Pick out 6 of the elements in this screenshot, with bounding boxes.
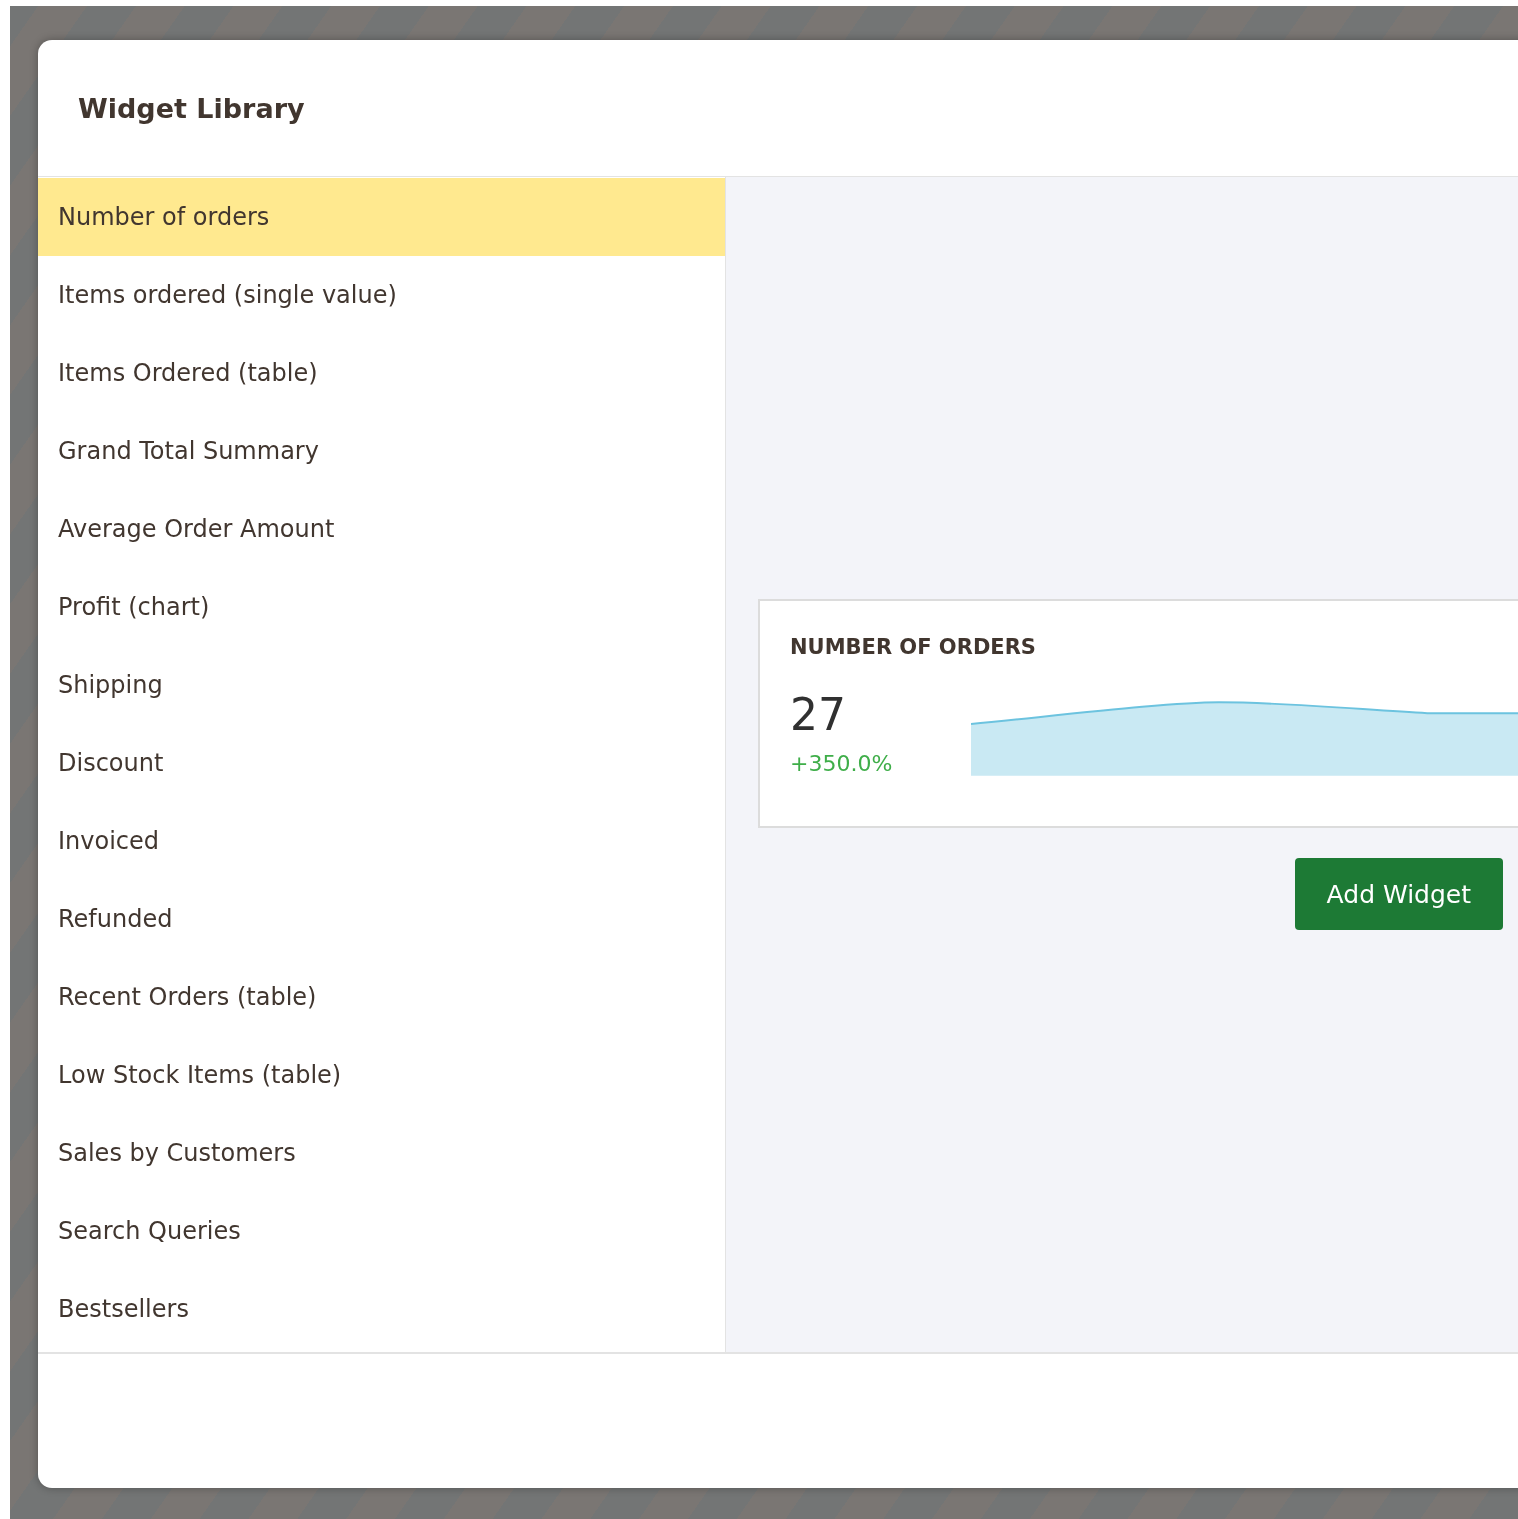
dialog-title: Widget Library: [78, 92, 305, 124]
selected-widget-item[interactable]: Number of orders: [38, 178, 725, 256]
widget-title: NUMBER OF ORDERS: [790, 635, 1036, 659]
orders-count: 27: [790, 693, 847, 737]
change-percent: +350.0%: [790, 751, 893, 776]
add-widget-button[interactable]: Add Widget: [1294, 858, 1503, 930]
